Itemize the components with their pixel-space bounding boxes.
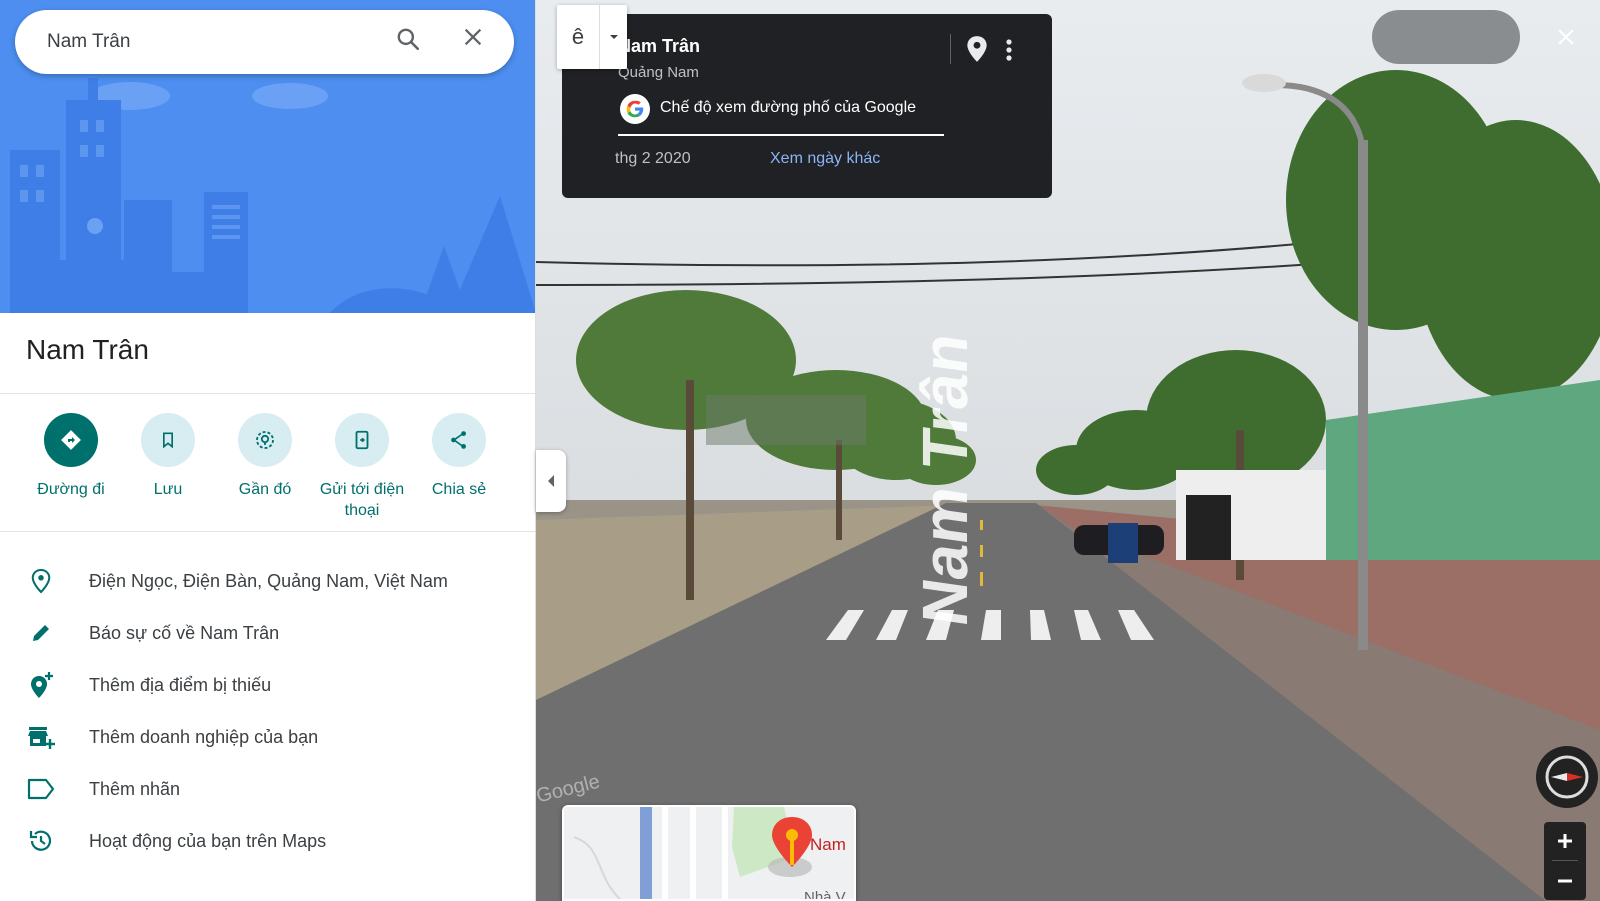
maps-activity-row[interactable]: Hoạt động của bạn trên Maps	[0, 821, 535, 861]
add-missing-place-text: Thêm địa điểm bị thiếu	[89, 674, 272, 695]
street-view-info-card: Nam Trân Quảng Nam Chế độ xem đường phố …	[562, 14, 1052, 198]
add-place-icon	[26, 670, 56, 700]
close-icon[interactable]	[462, 26, 494, 58]
nearby-button[interactable]: Gần đó	[215, 413, 315, 500]
minus-icon	[1558, 879, 1572, 883]
zoom-control	[1544, 822, 1586, 900]
minimap[interactable]: Nam Nhà V	[562, 805, 856, 901]
divider	[1552, 860, 1578, 861]
add-business-icon	[26, 722, 56, 752]
save-label: Lưu	[153, 481, 183, 498]
directions-label: Đường đi	[37, 481, 105, 498]
place-hero-illustration	[0, 0, 535, 313]
road-marking-text: Nam Trân	[909, 328, 981, 631]
plus-icon	[1558, 834, 1572, 848]
send-to-phone-label: Gửi tới điện thoại	[319, 481, 405, 519]
divider	[0, 531, 535, 532]
street-view-provider-text: Chế độ xem đường phố của Google	[660, 99, 917, 116]
address-row[interactable]: Điện Ngọc, Điện Bàn, Quảng Nam, Việt Nam	[0, 561, 535, 601]
history-icon	[26, 826, 56, 856]
close-street-view-button[interactable]	[1546, 10, 1586, 64]
minimap-label: Nhà V	[804, 889, 846, 901]
send-to-phone-icon	[335, 413, 389, 467]
nearby-icon	[238, 413, 292, 467]
pencil-icon	[26, 618, 56, 648]
mode-toggle-button[interactable]: ê	[557, 5, 599, 69]
divider	[950, 34, 951, 64]
collapse-panel-button[interactable]	[536, 450, 566, 512]
street-view-title: Nam Trân	[618, 36, 701, 56]
save-button[interactable]: Lưu	[118, 413, 218, 500]
street-view-provider: Chế độ xem đường phố của Google	[618, 94, 944, 136]
see-other-dates-link[interactable]: Xem ngày khác	[770, 150, 880, 168]
mode-glyph: ê	[571, 24, 585, 49]
street-view-overlay-control[interactable]	[1372, 10, 1520, 64]
location-pin-icon	[26, 566, 56, 596]
close-icon	[1558, 29, 1574, 45]
nearby-label: Gần đó	[238, 481, 292, 498]
report-issue-text: Báo sự cố về Nam Trân	[89, 622, 280, 643]
mode-switch: ê	[557, 5, 627, 69]
bookmark-icon	[141, 413, 195, 467]
divider	[0, 393, 535, 394]
search-box	[15, 10, 514, 74]
chevron-down-icon	[609, 35, 618, 39]
google-logo-icon	[620, 94, 650, 124]
label-icon	[26, 774, 56, 804]
address-text: Điện Ngọc, Điện Bàn, Quảng Nam, Việt Nam	[89, 570, 448, 591]
chevron-left-icon	[548, 475, 554, 487]
maps-app: Google Nam Trân Nam Trân Nam Trân Đường …	[0, 0, 1600, 901]
directions-button[interactable]: Đường đi	[21, 413, 121, 500]
mode-dropdown-button[interactable]	[599, 5, 627, 69]
share-label: Chia sẻ	[431, 481, 487, 498]
report-issue-row[interactable]: Báo sự cố về Nam Trân	[0, 613, 535, 653]
more-options-icon[interactable]	[1002, 36, 1016, 64]
add-label-text: Thêm nhãn	[89, 778, 181, 799]
search-input[interactable]	[47, 28, 347, 56]
zoom-in-button[interactable]	[1544, 822, 1586, 860]
send-to-phone-button[interactable]: Gửi tới điện thoại	[312, 413, 412, 521]
page-title: Nam Trân	[26, 334, 149, 365]
add-business-text: Thêm doanh nghiệp của bạn	[89, 726, 319, 747]
minimap-label: Nam	[810, 835, 846, 854]
search-icon[interactable]	[395, 26, 427, 58]
place-panel: Nam Trân Đường đi Lưu Gần đó Gửi tới đ	[0, 0, 536, 901]
zoom-out-button[interactable]	[1544, 862, 1586, 900]
street-view-subtitle: Quảng Nam	[618, 64, 699, 81]
compass-icon	[1545, 755, 1589, 799]
share-button[interactable]: Chia sẻ	[409, 413, 509, 500]
add-business-row[interactable]: Thêm doanh nghiệp của bạn	[0, 717, 535, 757]
share-icon	[432, 413, 486, 467]
capture-date: thg 2 2020	[615, 150, 691, 167]
compass-button[interactable]	[1536, 746, 1598, 808]
add-label-row[interactable]: Thêm nhãn	[0, 769, 535, 809]
add-missing-place-row[interactable]: Thêm địa điểm bị thiếu	[0, 665, 535, 705]
maps-activity-text: Hoạt động của bạn trên Maps	[89, 830, 327, 851]
directions-icon	[44, 413, 98, 467]
location-pin-icon[interactable]	[964, 34, 990, 64]
